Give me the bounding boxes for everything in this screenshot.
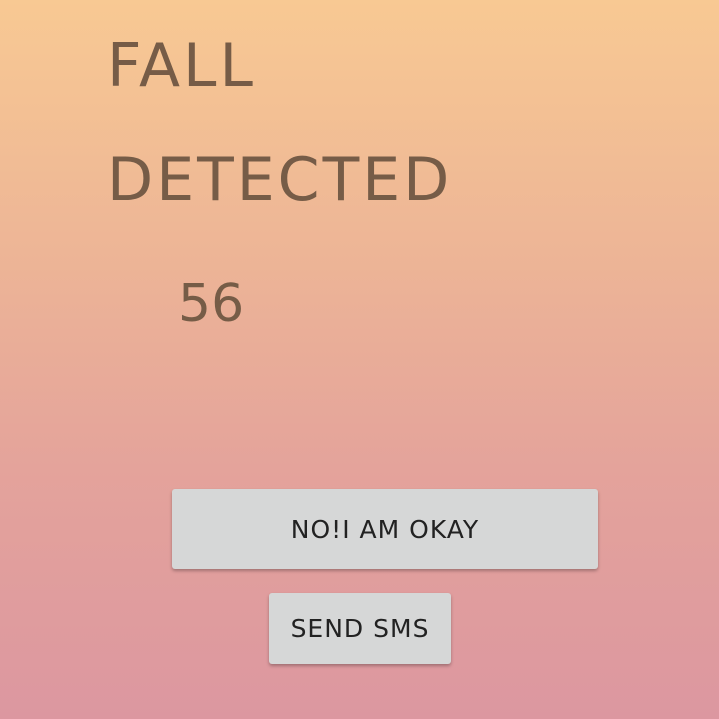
fall-detected-title-line-1: FALL bbox=[107, 31, 256, 101]
send-sms-button[interactable]: SEND SMS bbox=[269, 593, 451, 664]
fall-detected-title-line-2: DETECTED bbox=[107, 145, 453, 215]
countdown-timer: 56 bbox=[178, 274, 245, 334]
i-am-okay-button[interactable]: NO!I AM OKAY bbox=[172, 489, 598, 569]
